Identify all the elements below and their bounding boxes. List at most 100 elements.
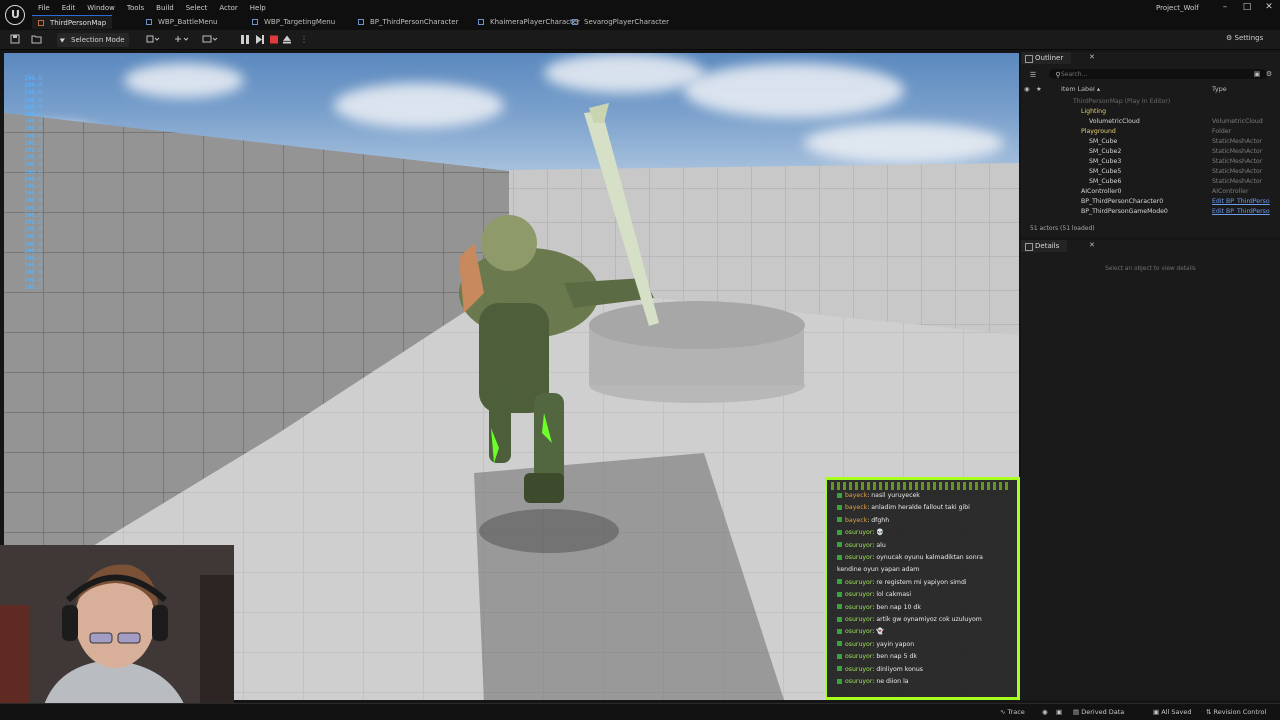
menu-window[interactable]: Window (81, 3, 121, 13)
derived-data-button[interactable]: ▤ Derived Data (1073, 708, 1124, 716)
menu-file[interactable]: File (32, 3, 56, 13)
add-folder-icon[interactable]: ▣ (1251, 68, 1263, 80)
minimize-button[interactable]: – (1214, 1, 1236, 13)
chat-text: : re registem mi yapiyon simdi (872, 578, 967, 586)
unreal-logo-icon[interactable] (5, 5, 25, 25)
chat-badge-icon (837, 616, 842, 622)
details-close-icon[interactable]: ✕ (1089, 241, 1095, 249)
outliner-item-label: SM_Cube2 (1089, 148, 1122, 155)
stat-value: 100.0 (24, 247, 43, 255)
chat-badge-icon (837, 653, 842, 659)
record-icon[interactable]: ◉ (1042, 708, 1048, 716)
tab-label: WBP_TargetingMenu (264, 18, 336, 26)
stat-value: 100.0 (24, 276, 43, 284)
eject-icon[interactable] (283, 35, 291, 44)
outliner-row[interactable]: VolumetricCloud VolumetricCloud (1021, 117, 1276, 127)
visibility-column-icon[interactable]: ◉ (1024, 85, 1030, 93)
outliner-row[interactable]: SM_Cube6 StaticMeshActor (1021, 177, 1276, 187)
chat-message: osuruyor: ben nap 5 dk (837, 653, 917, 661)
title-bar: FileEditWindowToolsBuildSelectActorHelp … (0, 0, 1280, 30)
chat-username: osuruyor (845, 616, 873, 623)
filter-icon[interactable]: ☰ (1027, 69, 1039, 81)
blueprint-icon (358, 19, 364, 25)
menu-help[interactable]: Help (244, 3, 272, 13)
outliner-item-label: SM_Cube6 (1089, 178, 1122, 185)
stat-value: 100.0 (24, 175, 43, 183)
chat-message: bayeck: anladim heralde fallout taki gib… (837, 504, 970, 512)
blueprint-icon (572, 19, 578, 25)
stop-icon[interactable] (270, 35, 278, 44)
revision-control-button[interactable]: ⇅ Revision Control (1206, 708, 1266, 716)
outliner-close-icon[interactable]: ✕ (1089, 53, 1095, 61)
tab-sevarogplayercharacter[interactable]: SevarogPlayerCharacter (566, 15, 675, 29)
content-browser-icon[interactable] (30, 34, 42, 46)
outliner-row[interactable]: SM_Cube3 StaticMeshActor (1021, 157, 1276, 167)
menu-select[interactable]: Select (180, 3, 214, 13)
chat-message: osuruyor: oynucak oyunu kalmadiktan sonr… (837, 554, 983, 562)
edit-blueprint-link[interactable]: Edit BP_ThirdPerso (1212, 197, 1270, 207)
outliner-item-type: StaticMeshActor (1212, 148, 1263, 155)
outliner-item-label: ThirdPersonMap (Play In Editor) (1073, 98, 1171, 105)
details-tab[interactable]: Details (1021, 240, 1068, 252)
menu-edit[interactable]: Edit (56, 3, 82, 13)
cinematics-icon[interactable] (202, 34, 218, 46)
outliner-tab[interactable]: Outliner (1021, 52, 1072, 64)
gear-icon[interactable]: ⚙ (1263, 68, 1275, 80)
tab-label: BP_ThirdPersonCharacter (370, 18, 459, 26)
tab-wbp_battlemenu[interactable]: WBP_BattleMenu (140, 15, 224, 29)
stat-value: 100.0 (24, 219, 43, 227)
pause-icon[interactable] (241, 35, 249, 44)
derived-data-icon: ▤ (1073, 708, 1080, 716)
trace-label: Trace (1007, 708, 1025, 716)
tab-wbp_targetingmenu[interactable]: WBP_TargetingMenu (246, 15, 341, 29)
pin-column-icon[interactable]: ★ (1036, 85, 1042, 93)
outliner-row[interactable]: BP_ThirdPersonGameMode0 Edit BP_ThirdPers… (1021, 207, 1276, 217)
outliner-row[interactable]: SM_Cube StaticMeshActor (1021, 137, 1276, 147)
item-label-column-header[interactable]: Item Label ▴ (1061, 85, 1100, 93)
outliner-row[interactable]: SM_Cube5 StaticMeshActor (1021, 167, 1276, 177)
more-options-icon[interactable]: ⋮ (298, 34, 310, 46)
details-empty-message: Select an object to view details (1105, 266, 1196, 272)
chat-message: osuruyor: dinliyom konus (837, 666, 923, 674)
blueprint-icon[interactable] (174, 34, 189, 46)
menu-build[interactable]: Build (150, 3, 180, 13)
chat-username: osuruyor (845, 591, 873, 599)
all-saved-button[interactable]: ▣ All Saved (1153, 708, 1191, 716)
trace-button[interactable]: ∿ Trace (1000, 708, 1025, 716)
add-actor-icon[interactable] (146, 34, 160, 46)
outliner-row[interactable]: Playground Folder (1021, 127, 1276, 137)
outliner-row[interactable]: SM_Cube2 StaticMeshActor (1021, 147, 1276, 157)
tab-thirdpersonmap[interactable]: ThirdPersonMap (32, 15, 113, 29)
menu-tools[interactable]: Tools (121, 3, 150, 13)
outliner-row[interactable]: ThirdPersonMap (Play In Editor) (1021, 97, 1276, 107)
stat-value: 100.0 (24, 147, 43, 155)
maximize-button[interactable]: □ (1236, 1, 1258, 13)
camera-icon[interactable]: ▣ (1056, 708, 1062, 716)
selection-mode-dropdown[interactable]: Selection Mode (57, 33, 129, 47)
save-icon[interactable] (9, 34, 21, 46)
step-frame-icon[interactable] (256, 35, 264, 44)
chat-username: osuruyor (845, 653, 873, 661)
chat-header-decoration (831, 482, 1011, 490)
close-button[interactable]: ✕ (1258, 1, 1280, 13)
tab-bp_thirdpersoncharacter[interactable]: BP_ThirdPersonCharacter (352, 15, 464, 29)
chat-username: osuruyor (845, 640, 873, 648)
chat-username: bayeck (845, 504, 868, 512)
stat-value: 100.0 (24, 139, 43, 147)
stat-value: 100.0 (24, 262, 43, 270)
stat-value: 100.0 (24, 269, 43, 277)
settings-button[interactable]: ⚙ Settings (1226, 34, 1263, 42)
outliner-row[interactable]: AIController0 AIController (1021, 187, 1276, 197)
chat-badge-icon (837, 604, 842, 610)
outliner-search-input[interactable] (1049, 69, 1267, 79)
outliner-row[interactable]: BP_ThirdPersonCharacter0 Edit BP_ThirdPer… (1021, 197, 1276, 207)
edit-blueprint-link[interactable]: Edit BP_ThirdPerso (1212, 207, 1270, 217)
level-icon (38, 19, 44, 26)
menu-actor[interactable]: Actor (213, 3, 243, 13)
stat-value: 100.0 (24, 154, 43, 162)
stat-value: 100.0 (24, 82, 43, 90)
type-column-header[interactable]: Type (1212, 85, 1227, 93)
tab-label: WBP_BattleMenu (158, 18, 218, 26)
outliner-row[interactable]: Lighting (1021, 107, 1276, 117)
trace-icon: ∿ (1000, 708, 1006, 716)
